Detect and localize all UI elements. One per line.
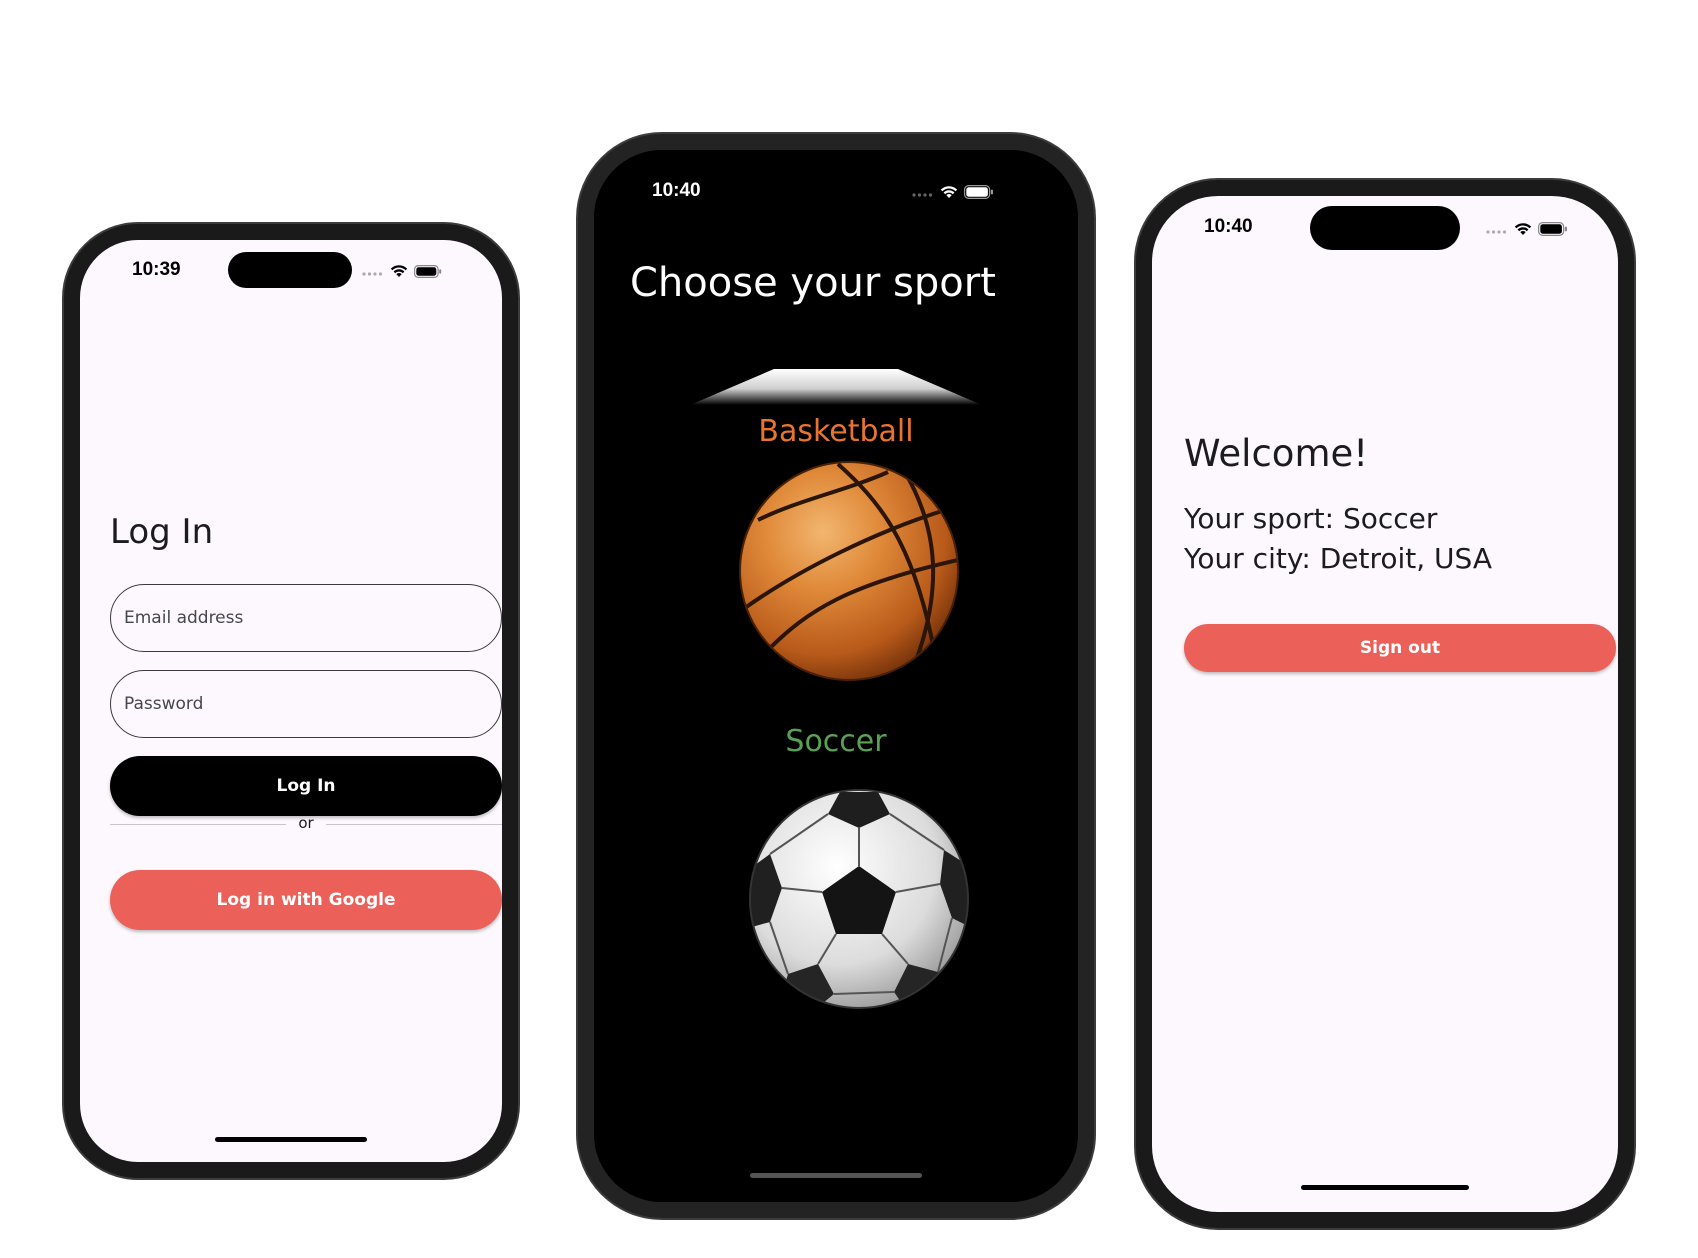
divider-line-left [110,824,286,825]
page-title: Log In [110,512,214,552]
signal-dots-icon [1486,230,1507,234]
home-indicator[interactable] [1301,1185,1469,1190]
wifi-icon [1514,223,1532,235]
status-time: 10:40 [1204,216,1253,237]
wifi-icon [940,186,958,198]
google-login-button[interactable]: Log in with Google [110,870,502,930]
home-indicator[interactable] [215,1137,367,1142]
spotlight-decoration [690,369,982,405]
home-indicator[interactable] [750,1173,922,1178]
login-button[interactable]: Log In [110,756,502,816]
battery-icon [964,185,993,199]
city-info: Your city: Detroit, USA [1184,542,1492,575]
sport-screen: 10:40 Choose your sport Basketball Socce… [594,150,1078,1202]
status-time: 10:39 [132,259,181,280]
login-screen: 10:39 Log In Log In or [80,240,502,1162]
status-time: 10:40 [652,180,701,201]
signal-dots-icon [362,272,383,276]
status-icons [912,185,994,199]
wifi-icon [390,265,408,277]
battery-icon [1538,222,1567,236]
signal-dots-icon [912,193,933,197]
status-icons [1486,222,1568,236]
soccer-ball-icon[interactable] [748,788,970,1010]
battery-icon [414,264,442,278]
status-icons [362,264,442,278]
divider-text: or [298,814,314,832]
email-field[interactable] [110,584,502,652]
basketball-icon[interactable] [738,460,960,682]
sport-info: Your sport: Soccer [1184,502,1438,535]
page-title: Welcome! [1184,432,1369,475]
password-field[interactable] [110,670,502,738]
divider-line-right [326,824,502,825]
sign-out-button[interactable]: Sign out [1184,624,1616,672]
sport-phone-frame: 10:40 Choose your sport Basketball Socce… [578,134,1094,1218]
or-divider: or [110,814,502,834]
sport-option-soccer[interactable]: Soccer [594,724,1078,759]
page-title: Choose your sport [630,260,996,306]
login-phone-frame: 10:39 Log In Log In or [64,224,518,1178]
dynamic-island [228,252,352,288]
dynamic-island [1310,206,1460,250]
sport-option-basketball[interactable]: Basketball [594,414,1078,449]
welcome-screen: 10:40 Welcome! Your sport: Soccer Your c… [1152,196,1618,1212]
welcome-phone-frame: 10:40 Welcome! Your sport: Soccer Your c… [1136,180,1634,1228]
